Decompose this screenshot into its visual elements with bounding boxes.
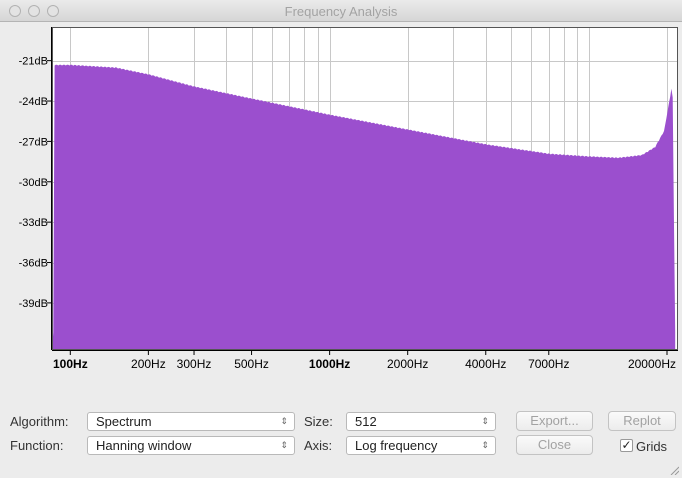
x-tick-label: 100Hz: [53, 357, 88, 371]
replot-button[interactable]: Replot: [608, 411, 676, 431]
grids-checkbox[interactable]: ✓: [620, 439, 633, 452]
function-label: Function:: [10, 438, 64, 453]
axis-label: Axis:: [304, 438, 333, 453]
algorithm-label: Algorithm:: [10, 414, 69, 429]
updown-arrows-icon: ⇕: [280, 440, 288, 450]
x-tick-label: 1000Hz: [309, 357, 350, 371]
updown-arrows-icon: ⇕: [481, 440, 489, 450]
function-select[interactable]: Hanning window ⇕: [87, 436, 295, 455]
algorithm-value: Spectrum: [96, 414, 152, 429]
resize-grip-icon[interactable]: [669, 465, 679, 475]
close-button[interactable]: Close: [516, 435, 593, 455]
y-tick-label: -33dB: [19, 217, 48, 229]
updown-arrows-icon: ⇕: [280, 416, 288, 426]
size-select[interactable]: 512 ⇕: [346, 412, 496, 431]
x-tick-label: 2000Hz: [387, 357, 428, 371]
function-value: Hanning window: [96, 438, 192, 453]
y-tick-label: -21dB: [19, 56, 48, 68]
algorithm-select[interactable]: Spectrum ⇕: [87, 412, 295, 431]
updown-arrows-icon: ⇕: [481, 416, 489, 426]
x-tick-label: 500Hz: [234, 357, 269, 371]
size-value: 512: [355, 414, 377, 429]
axis-value: Log frequency: [355, 438, 438, 453]
size-label: Size:: [304, 414, 333, 429]
export-button[interactable]: Export...: [516, 411, 593, 431]
title-bar: Frequency Analysis: [0, 0, 682, 22]
y-tick-label: -27dB: [19, 136, 48, 148]
grids-label: Grids: [636, 439, 668, 454]
y-tick-label: -24dB: [19, 96, 48, 108]
window-title: Frequency Analysis: [284, 4, 398, 19]
x-tick-label: 200Hz: [131, 357, 166, 371]
frequency-plot: -21dB -24dB -27dB -30dB -33dB -36dB -39dB 100Hz…: [19, 27, 678, 371]
y-tick-label: -30dB: [19, 177, 48, 189]
y-tick-label: -36dB: [19, 258, 48, 270]
checkmark-icon: ✓: [621, 438, 632, 452]
x-tick-label: 20000Hz: [628, 357, 676, 371]
y-tick-label: -39dB: [19, 298, 48, 310]
x-tick-label: 4000Hz: [465, 357, 506, 371]
x-tick-label: 300Hz: [177, 357, 212, 371]
x-tick-label: 7000Hz: [528, 357, 569, 371]
axis-select[interactable]: Log frequency ⇕: [346, 436, 496, 455]
